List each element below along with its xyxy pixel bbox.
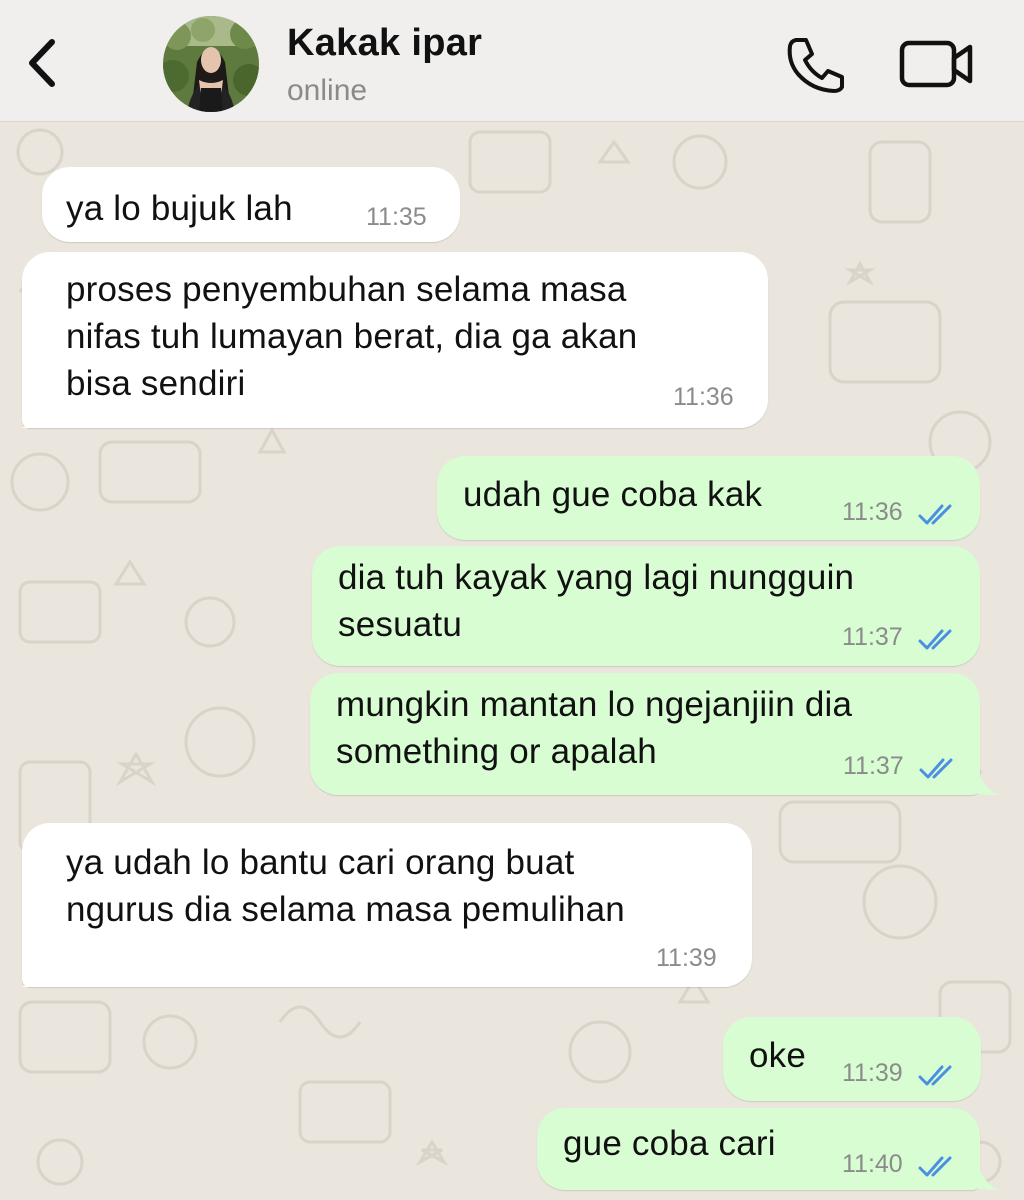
message-text: sesuatu <box>338 605 462 644</box>
bubble-tail <box>22 388 62 428</box>
read-receipt-icon <box>918 1156 952 1177</box>
voice-call-button[interactable] <box>782 34 848 94</box>
message-text: bisa sendiri <box>66 364 246 403</box>
message-text: ya udah lo bantu cari orang buat <box>66 843 575 882</box>
message-text: udah gue coba kak <box>463 475 763 514</box>
contact-name[interactable]: Kakak ipar <box>287 22 482 65</box>
message-text: nifas tuh lumayan berat, dia ga akan <box>66 317 638 356</box>
bubble-tail <box>958 1150 998 1190</box>
bubble-tail <box>958 755 998 795</box>
avatar-image <box>163 16 259 112</box>
message-text: dia tuh kayak yang lagi nungguin <box>338 558 855 597</box>
incoming-message[interactable]: ya lo bujuk lah 11:35 <box>42 167 460 242</box>
video-camera-icon <box>899 40 973 88</box>
message-text: ngurus dia selama masa pemulihan <box>66 890 625 929</box>
incoming-message[interactable]: ya udah lo bantu cari orang buat ngurus d… <box>22 823 752 987</box>
avatar[interactable] <box>163 16 259 112</box>
outgoing-message[interactable]: mungkin mantan lo ngejanjiin dia somethin… <box>310 673 980 795</box>
outgoing-message[interactable]: udah gue coba kak 11:36 <box>437 456 980 540</box>
message-timestamp: 11:36 <box>673 383 734 411</box>
message-timestamp: 11:37 <box>842 623 903 651</box>
read-receipt-icon <box>919 758 953 779</box>
message-list[interactable]: ya lo bujuk lah 11:35 proses penyembuhan s… <box>0 122 1024 1200</box>
message-timestamp: 11:37 <box>843 752 904 780</box>
read-receipt-icon <box>918 504 952 525</box>
outgoing-message[interactable]: gue coba cari 11:40 <box>537 1108 980 1190</box>
message-text: proses penyembuhan selama masa <box>66 270 627 309</box>
video-call-button[interactable] <box>898 38 976 90</box>
message-text: something or apalah <box>336 732 657 771</box>
message-text: oke <box>749 1036 807 1075</box>
read-receipt-icon <box>918 1065 952 1086</box>
chat-screen: Kakak ipar online ya lo bujuk lah 11:35 … <box>0 0 1024 1200</box>
message-text: gue coba cari <box>563 1124 776 1163</box>
read-receipt-icon <box>918 629 952 650</box>
bubble-tail <box>22 947 62 987</box>
message-timestamp: 11:39 <box>842 1059 903 1087</box>
message-timestamp: 11:36 <box>842 498 903 526</box>
contact-status: online <box>287 74 368 107</box>
back-button[interactable] <box>20 34 64 92</box>
chevron-left-icon <box>29 39 55 87</box>
message-timestamp: 11:35 <box>366 203 427 231</box>
message-timestamp: 11:39 <box>656 944 717 972</box>
message-timestamp: 11:40 <box>842 1150 903 1178</box>
incoming-message[interactable]: proses penyembuhan selama masa nifas tuh … <box>22 252 768 428</box>
outgoing-message[interactable]: oke 11:39 <box>723 1017 981 1101</box>
chat-header: Kakak ipar online <box>0 0 1024 122</box>
message-text: ya lo bujuk lah <box>66 189 293 228</box>
phone-icon <box>787 38 844 93</box>
message-text: mungkin mantan lo ngejanjiin dia <box>336 685 853 724</box>
outgoing-message[interactable]: dia tuh kayak yang lagi nungguin sesuatu 1… <box>312 546 980 666</box>
